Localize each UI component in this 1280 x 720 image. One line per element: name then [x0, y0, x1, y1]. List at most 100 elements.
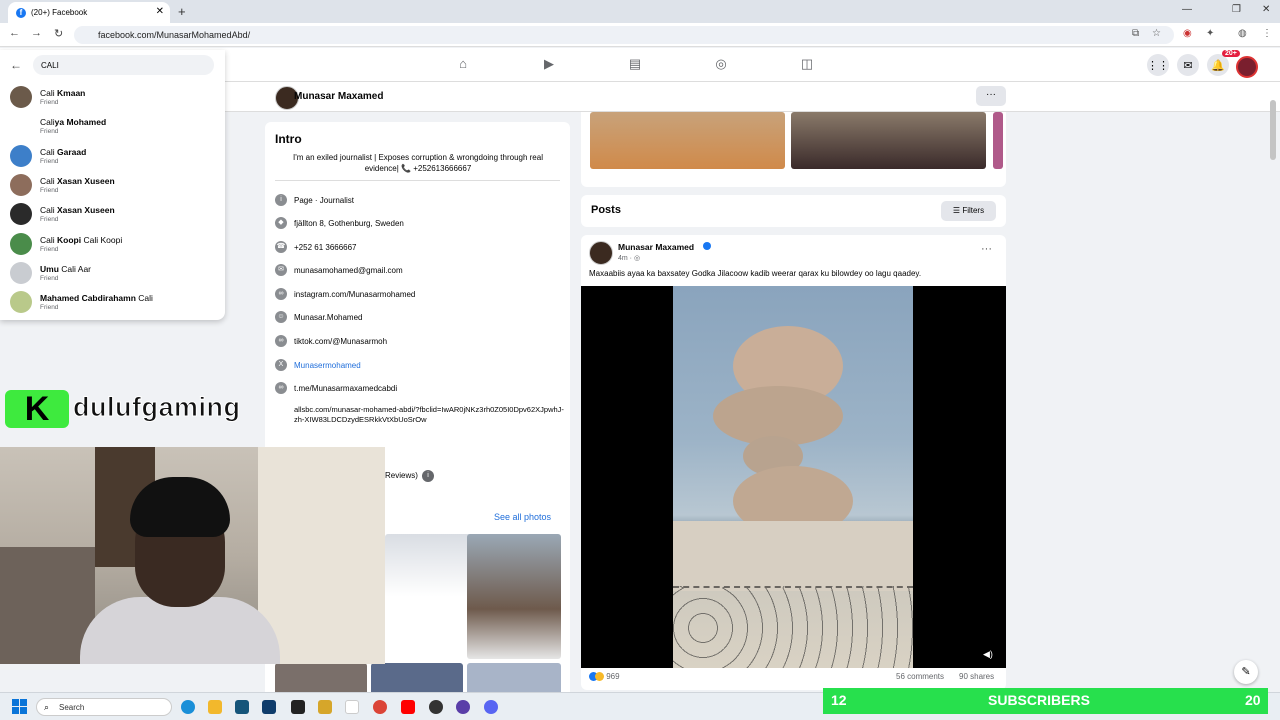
- sad-reaction-icon: [595, 672, 604, 682]
- youtube-icon[interactable]: [401, 700, 415, 714]
- buildings: [673, 521, 913, 591]
- reactions-count: 969: [606, 672, 620, 681]
- app-icon[interactable]: [235, 700, 249, 714]
- result-name-match: Xasan Xuseen: [54, 205, 115, 216]
- result-name-part: Cali: [40, 117, 55, 128]
- intro-detail-text[interactable]: munasamohamed@gmail.com: [294, 266, 403, 275]
- result-subtitle: Friend: [40, 186, 59, 194]
- comments-count[interactable]: 56 comments: [896, 672, 944, 681]
- address-bar[interactable]: facebook.com/MunasarMohamedAbd/: [74, 26, 1174, 44]
- messenger-icon[interactable]: ✉: [1177, 54, 1199, 76]
- profile-icon[interactable]: ◍: [1238, 28, 1247, 39]
- post-options-icon[interactable]: ···: [981, 243, 992, 255]
- page-scrollbar[interactable]: [1270, 100, 1276, 160]
- profile-more-button[interactable]: ···: [976, 86, 1006, 106]
- extension-shield-icon[interactable]: ◉: [1183, 28, 1192, 39]
- reload-icon[interactable]: ↻: [54, 27, 63, 40]
- post-timestamp[interactable]: 4m · ◎: [618, 254, 640, 262]
- intro-detail-text[interactable]: instagram.com/Munasarmohamed: [294, 290, 415, 299]
- result-subtitle: Friend: [40, 245, 59, 253]
- chrome-icon[interactable]: [373, 700, 387, 714]
- notifications-bell-icon[interactable]: 🔔: [1207, 54, 1229, 76]
- search-result-item[interactable]: Cali Garaad Friend: [0, 142, 225, 171]
- windows-start-icon[interactable]: [12, 699, 27, 714]
- post-author-name[interactable]: Munasar Maxamed: [618, 242, 694, 252]
- result-name-match: Kmaan: [54, 88, 86, 98]
- browser-menu-icon[interactable]: ⋮: [1262, 28, 1272, 39]
- edge-icon[interactable]: [181, 700, 195, 714]
- filters-button[interactable]: ☰ Filters: [941, 201, 996, 221]
- file-explorer-icon[interactable]: [208, 700, 222, 714]
- intro-detail-text[interactable]: Page · Journalist: [294, 196, 354, 205]
- close-window-icon[interactable]: ✕: [1262, 4, 1270, 15]
- intro-detail-text[interactable]: t.me/Munasarmaxamedcabdi: [294, 384, 397, 393]
- intro-detail-text[interactable]: fjällton 8, Gothenburg, Sweden: [294, 219, 404, 228]
- photo-thumbnail[interactable]: [590, 112, 785, 169]
- result-name: Cali Kmaan: [40, 88, 85, 98]
- epic-games-icon[interactable]: [291, 700, 305, 714]
- subscriber-count: 12: [831, 692, 847, 708]
- maximize-icon[interactable]: ❐: [1232, 4, 1241, 15]
- search-result-item[interactable]: Mahamed Cabdirahamn Cali Friend: [0, 288, 225, 317]
- search-result-item[interactable]: Cali Xasan Xuseen Friend: [0, 171, 225, 200]
- search-result-item[interactable]: Cali Xasan Xuseen Friend: [0, 200, 225, 229]
- intro-detail-text[interactable]: Munasar.Mohamed: [294, 313, 362, 322]
- info-icon[interactable]: i: [422, 470, 434, 482]
- search-result-item[interactable]: Umu Cali Aar Friend: [0, 259, 225, 288]
- photo-thumbnail[interactable]: [791, 112, 986, 169]
- search-back-icon[interactable]: ←: [10, 58, 22, 72]
- cast-icon[interactable]: ⧉: [1132, 28, 1139, 39]
- photo-thumbnail[interactable]: [467, 534, 561, 659]
- back-icon[interactable]: ←: [9, 27, 20, 39]
- search-result-item[interactable]: Caliya Mohamed Friend: [0, 112, 225, 141]
- marketplace-icon[interactable]: ▤: [626, 56, 644, 72]
- post-author-avatar[interactable]: [589, 241, 613, 265]
- reactions-summary[interactable]: 969: [589, 672, 620, 682]
- account-avatar[interactable]: [1236, 56, 1258, 78]
- result-name-part: Cali Koopi: [81, 234, 123, 245]
- browser-tab[interactable]: f (20+) Facebook ✕: [8, 2, 170, 23]
- result-avatar: [10, 291, 32, 314]
- taskbar-search[interactable]: Search: [36, 698, 172, 716]
- app-icon[interactable]: [262, 700, 276, 714]
- extensions-icon[interactable]: ✦: [1206, 28, 1214, 39]
- compose-edit-icon[interactable]: ✎: [1234, 660, 1258, 684]
- website-link[interactable]: allsbc.com/munasar-mohamed-abdi/?fbclid=…: [294, 405, 564, 425]
- app-icon[interactable]: [345, 700, 359, 714]
- video-icon[interactable]: ▶: [540, 56, 558, 72]
- app-icon[interactable]: [429, 700, 443, 714]
- result-avatar: [10, 261, 32, 284]
- gaming-icon[interactable]: ◫: [798, 56, 816, 72]
- groups-icon[interactable]: ◎: [712, 56, 730, 72]
- photo-thumbnail[interactable]: [385, 534, 480, 659]
- discord-icon[interactable]: [484, 700, 498, 714]
- intro-detail-icon: ☺: [275, 311, 287, 323]
- profile-name[interactable]: Munasar Maxamed: [294, 91, 383, 102]
- intro-detail-text[interactable]: tiktok.com/@Munasarmoh: [294, 337, 387, 346]
- volume-icon[interactable]: ◀): [983, 649, 993, 660]
- app-icon[interactable]: [318, 700, 332, 714]
- shares-count[interactable]: 90 shares: [959, 672, 994, 681]
- photo-thumbnail[interactable]: [993, 112, 1003, 169]
- menu-grid-icon[interactable]: ⋮⋮: [1147, 54, 1169, 76]
- facebook-favicon-icon: f: [16, 7, 26, 18]
- new-tab-button[interactable]: +: [178, 4, 186, 19]
- see-all-photos-link[interactable]: See all photos: [494, 512, 551, 522]
- bookmark-star-icon[interactable]: ☆: [1152, 28, 1161, 39]
- search-result-item[interactable]: Cali Koopi Cali Koopi Friend: [0, 230, 225, 259]
- result-name: Cali Garaad: [40, 147, 86, 157]
- intro-detail-text[interactable]: +252 61 3666667: [294, 243, 357, 252]
- profile-sticky-bar: Munasar Maxamed ···: [225, 82, 1280, 112]
- intro-detail-text[interactable]: Munasermohamed: [294, 361, 361, 370]
- search-input[interactable]: [33, 55, 214, 75]
- minimize-icon[interactable]: —: [1182, 4, 1192, 15]
- close-tab-icon[interactable]: ✕: [156, 6, 164, 17]
- posts-header: Posts ☰ Filters: [581, 195, 1006, 227]
- search-result-item[interactable]: Cali Kmaan Friend: [0, 83, 225, 112]
- app-icon[interactable]: [456, 700, 470, 714]
- post-video[interactable]: ◀): [581, 286, 1006, 668]
- forward-icon[interactable]: →: [31, 27, 42, 39]
- home-icon[interactable]: ⌂: [454, 56, 472, 72]
- intro-detail-icon: i: [275, 194, 287, 206]
- result-subtitle: Friend: [40, 157, 59, 165]
